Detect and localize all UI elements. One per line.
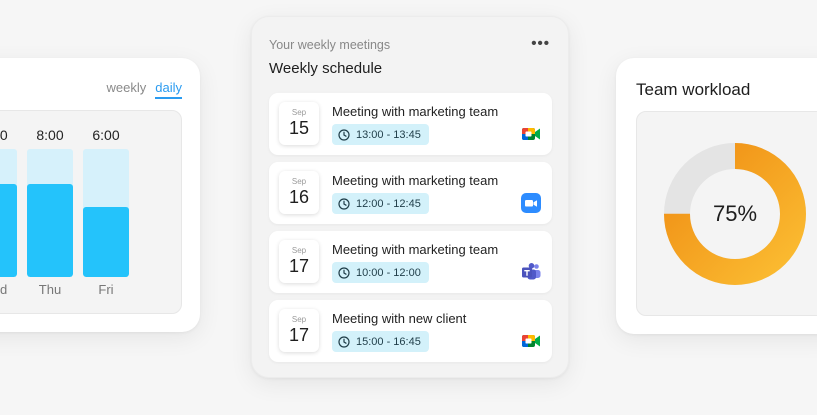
schedule-title: Weekly schedule (269, 60, 383, 77)
date-badge: Sep 16 (279, 171, 319, 214)
meeting-item[interactable]: Sep 15 Meeting with marketing team 13:00… (269, 93, 552, 155)
workload-percent: 75% (712, 201, 758, 226)
day-column-thu: 8:00 Thu (27, 111, 73, 301)
time-chip: 10:00 - 12:00 (332, 262, 429, 283)
tab-weekly[interactable]: weekly (107, 80, 147, 99)
meeting-time: 15:00 - 16:45 (356, 335, 421, 348)
day-label: Fri (98, 282, 114, 297)
meeting-item[interactable]: Sep 16 Meeting with marketing team 12:00… (269, 162, 552, 224)
hours-chart-card: weekly daily 8:00 Wed 8:00 Thu 6:00 Fri (0, 58, 200, 332)
time-chip: 13:00 - 13:45 (332, 124, 429, 145)
clock-icon (338, 266, 350, 279)
meeting-time: 12:00 - 12:45 (356, 197, 421, 210)
day-label: Thu (38, 282, 62, 297)
meeting-title: Meeting with new client (332, 311, 467, 326)
date-day: 16 (288, 187, 310, 207)
date-month: Sep (291, 177, 307, 186)
meeting-title: Meeting with marketing team (332, 104, 499, 119)
day-hours-value: 8:00 (36, 127, 64, 143)
more-options-button[interactable]: ••• (531, 35, 550, 52)
schedule-subtitle: Your weekly meetings (269, 38, 391, 52)
google-meet-icon[interactable] (521, 331, 541, 351)
date-badge: Sep 17 (279, 309, 319, 352)
clock-icon (338, 197, 350, 210)
meeting-title: Meeting with marketing team (332, 242, 499, 257)
clock-icon (338, 128, 350, 141)
time-chip: 15:00 - 16:45 (332, 331, 429, 352)
hours-chart: 8:00 Wed 8:00 Thu 6:00 Fri (0, 110, 182, 314)
meeting-item[interactable]: Sep 17 Meeting with marketing team 10:00… (269, 231, 552, 293)
hours-bar[interactable] (27, 183, 73, 277)
hours-bar[interactable] (0, 183, 17, 277)
workload-panel: 75% (636, 111, 817, 316)
meeting-item[interactable]: Sep 17 Meeting with new client 15:00 - 1… (269, 300, 552, 362)
clock-icon (338, 335, 350, 348)
microsoft-teams-icon[interactable] (521, 262, 541, 282)
date-month: Sep (291, 315, 307, 324)
bar-track (27, 149, 73, 277)
hours-bar[interactable] (83, 207, 129, 277)
schedule-card: Your weekly meetings Weekly schedule •••… (251, 16, 569, 378)
workload-title: Team workload (636, 80, 751, 99)
workload-card: Team workload 75% (616, 58, 817, 334)
day-hours-value: 6:00 (92, 127, 120, 143)
bar-track (83, 149, 129, 277)
day-column-fri: 6:00 Fri (83, 111, 129, 301)
google-meet-icon[interactable] (521, 124, 541, 144)
range-tabs: weekly daily (107, 80, 182, 99)
bar-track (0, 149, 17, 277)
date-day: 15 (288, 118, 310, 138)
meeting-time: 10:00 - 12:00 (356, 266, 421, 279)
meeting-time: 13:00 - 13:45 (356, 128, 421, 141)
zoom-icon[interactable] (521, 193, 541, 213)
day-label: Wed (0, 282, 8, 297)
date-month: Sep (291, 246, 307, 255)
date-day: 17 (288, 256, 310, 276)
date-badge: Sep 17 (279, 240, 319, 283)
date-month: Sep (291, 108, 307, 117)
time-chip: 12:00 - 12:45 (332, 193, 429, 214)
day-hours-value: 8:00 (0, 127, 8, 143)
tab-daily[interactable]: daily (155, 80, 182, 99)
date-badge: Sep 15 (279, 102, 319, 145)
date-day: 17 (288, 325, 310, 345)
day-column-wed: 8:00 Wed (0, 111, 17, 301)
meeting-title: Meeting with marketing team (332, 173, 499, 188)
